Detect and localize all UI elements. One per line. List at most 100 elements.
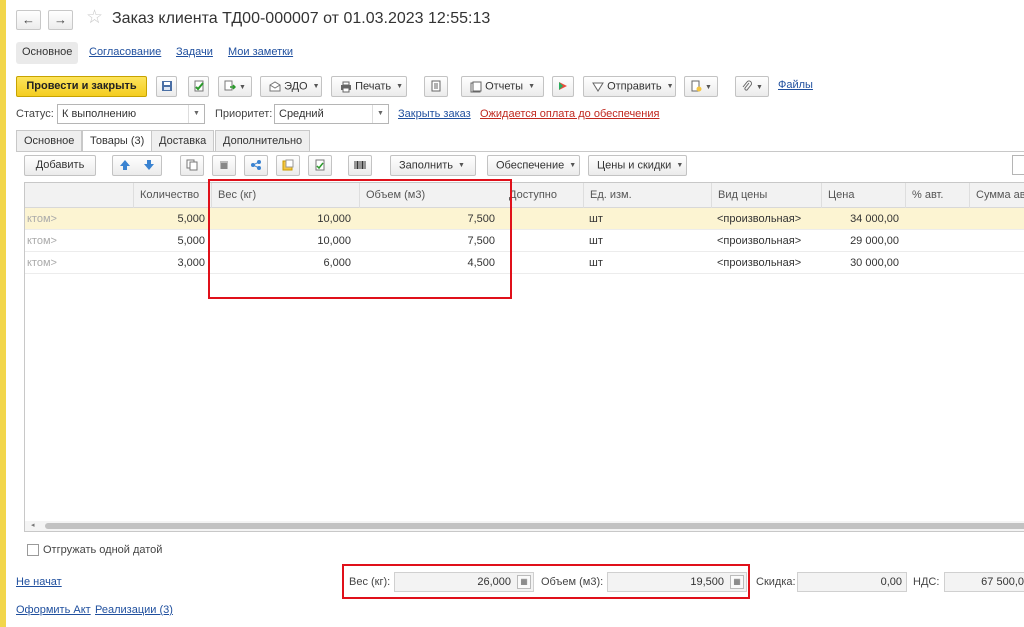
goods-table: Количество Вес (кг) Объем (м3) Доступно … [24,182,1024,532]
col-unit[interactable]: Ед. изм. [583,183,711,208]
ship-one-date-checkbox[interactable] [27,544,39,556]
back-button[interactable]: ← [16,10,41,30]
status-value: К выполнению [62,108,137,120]
volume-total-value: 19,500 [690,576,724,588]
calculator-icon[interactable]: ▦ [517,575,531,589]
workflow-button[interactable] [552,76,574,97]
split-row-button[interactable] [244,155,268,176]
attachments-menu-button[interactable]: ▼ [684,76,718,97]
chevron-down-icon: ▼ [396,83,404,90]
inner-tab-goods[interactable]: Товары (3) [82,130,153,152]
post-and-close-button[interactable]: Провести и закрыть [16,76,147,97]
vat-value: 67 500,0 [981,576,1024,588]
print-label: Печать [355,80,392,93]
window-title: Заказ клиента ТД00-000007 от 01.03.2023 … [112,10,491,27]
make-act-link[interactable]: Оформить Акт [16,604,91,616]
report-icon [470,81,482,92]
tab-tasks[interactable]: Задачи [176,42,213,64]
tab-approval[interactable]: Согласование [89,42,161,64]
status-select[interactable]: К выполнению ▼ [57,104,205,124]
select-items-button[interactable] [276,155,300,176]
copy-icon [186,159,198,171]
volume-total-label: Объем (м3): [541,576,604,588]
tab-main[interactable]: Основное [16,42,79,64]
priority-select[interactable]: Средний ▼ [274,104,389,124]
col-available[interactable]: Доступно [503,183,583,208]
chevron-down-icon: ▼ [312,83,320,90]
row-unit: шт [589,213,603,225]
favorite-star-icon[interactable]: ☆ [86,8,103,28]
delete-row-button[interactable] [212,155,236,176]
chevron-down-icon: ▼ [676,162,684,169]
col-qty[interactable]: Количество [133,183,209,208]
create-based-on-button[interactable]: ▼ [218,76,252,97]
row-unit: шт [589,257,603,269]
scrollbar-thumb[interactable] [45,523,1024,529]
move-row-buttons[interactable] [112,155,162,176]
table-row[interactable]: ктом> 5,000 10,000 7,500 шт <произвольна… [25,230,1024,252]
print-menu-button[interactable]: Печать ▼ [331,76,407,97]
send-menu-button[interactable]: Отправить ▼ [583,76,676,97]
row-price: 30 000,00 [850,257,899,269]
provision-menu-button[interactable]: Обеспечение ▼ [487,155,580,176]
fill-label: Заполнить [399,159,454,172]
reports-label: Отчеты [485,80,524,93]
forward-arrow-icon: → [54,12,67,27]
horizontal-scrollbar[interactable]: ◂ [25,521,1024,531]
status-label: Статус: [16,108,54,120]
add-row-button[interactable]: Добавить [24,155,96,176]
search-input[interactable] [1012,155,1024,175]
arrow-up-icon [120,160,131,171]
pick-goods-button[interactable] [308,155,332,176]
tab-my-notes[interactable]: Мои заметки [228,42,293,64]
awaiting-payment-link[interactable]: Ожидается оплата до обеспечения [480,108,659,120]
col-price[interactable]: Цена [821,183,905,208]
chevron-down-icon: ▼ [569,162,577,169]
workflow-icon [559,82,567,91]
table-row[interactable]: ктом> 3,000 6,000 4,500 шт <произвольная… [25,252,1024,274]
create-based-icon [224,80,237,91]
structure-button[interactable] [424,76,448,97]
stack-icon [220,161,228,170]
discount-value: 0,00 [880,576,902,588]
col-amount[interactable]: Сумма ав [969,183,1024,208]
edo-label: ЭДО [284,80,308,93]
vat-label: НДС: [913,576,940,588]
calculator-icon[interactable]: ▦ [730,575,744,589]
printer-icon [341,81,351,92]
scroll-left-icon[interactable]: ◂ [31,521,35,531]
save-icon [161,81,172,92]
table-row[interactable]: ктом> 5,000 10,000 7,500 шт <произвольна… [25,208,1024,230]
close-order-link[interactable]: Закрыть заказ [398,108,471,120]
weight-total-value: 26,000 [477,576,511,588]
sales-link[interactable]: Реализации (3) [95,604,173,616]
discount-label: Скидка: [756,576,796,588]
ship-one-date-label: Отгружать одной датой [43,544,163,556]
files-link[interactable]: Файлы [778,79,813,91]
row-qty: 3,000 [177,257,205,269]
edo-icon [269,80,281,91]
row-unit: шт [589,235,603,247]
save-button[interactable] [156,76,177,97]
document-list-icon [431,80,441,92]
fill-menu-button[interactable]: Заполнить ▼ [390,155,476,176]
copy-row-button[interactable] [180,155,204,176]
forward-button[interactable]: → [48,10,73,30]
edo-menu-button[interactable]: ЭДО ▼ [260,76,322,97]
weight-total-field: 26,000 ▦ [394,572,534,592]
inner-tab-additional[interactable]: Дополнительно [215,130,311,151]
barcode-button[interactable] [348,155,372,176]
reports-menu-button[interactable]: Отчеты ▼ [461,76,544,97]
col-price-type[interactable]: Вид цены [711,183,821,208]
post-button[interactable] [188,76,209,97]
provision-label: Обеспечение [496,159,565,172]
folder-icon [282,159,294,171]
col-auto-pct[interactable]: % авт. [905,183,969,208]
paperclip-menu-button[interactable]: ▼ [735,76,769,97]
inner-tab-delivery[interactable]: Доставка [151,130,215,151]
volume-total-field: 19,500 ▦ [607,572,747,592]
document-check-icon [315,159,325,171]
prices-discounts-menu-button[interactable]: Цены и скидки ▼ [588,155,687,176]
not-started-link[interactable]: Не начат [16,576,62,588]
inner-tab-main[interactable]: Основное [16,130,83,151]
